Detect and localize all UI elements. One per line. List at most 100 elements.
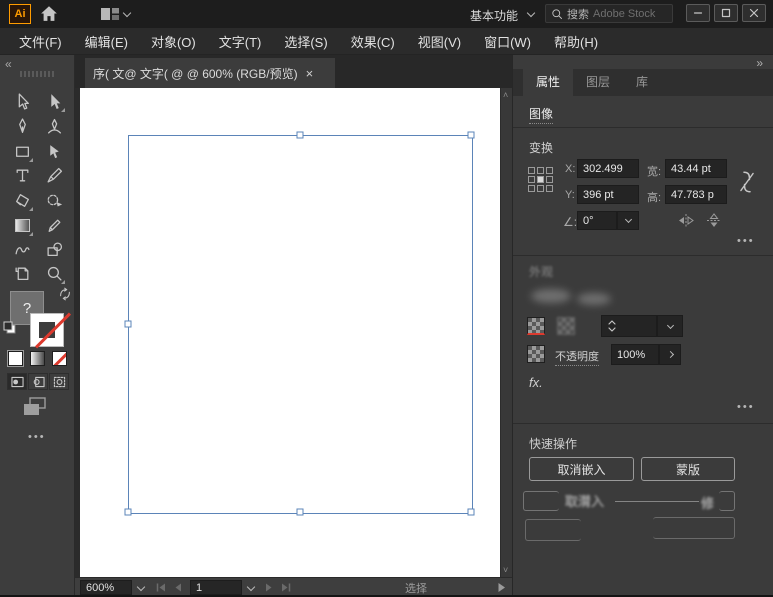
arrange-documents-icon[interactable] xyxy=(100,7,120,21)
default-fill-stroke-icon[interactable] xyxy=(3,321,17,335)
height-input[interactable]: 47.783 p xyxy=(665,185,727,204)
rectangle-tool[interactable] xyxy=(10,139,34,163)
pen-tool[interactable] xyxy=(10,114,34,138)
document-tab[interactable]: 序( 文@ 文字( @ @ 600% (RGB/预览) × xyxy=(85,58,335,88)
zoom-level-input[interactable]: 600% xyxy=(80,580,132,595)
selection-handle-bottom-left[interactable] xyxy=(125,509,132,516)
link-dimensions-icon[interactable] xyxy=(737,165,757,199)
status-menu-icon[interactable] xyxy=(497,582,506,593)
mask-button[interactable]: 蒙版 xyxy=(641,457,735,481)
stroke-style-well[interactable] xyxy=(557,317,575,335)
menu-edit[interactable]: 编辑(E) xyxy=(76,32,142,51)
menu-type[interactable]: 文字(T) xyxy=(210,32,276,51)
gradient-tool[interactable] xyxy=(10,213,34,237)
swap-fill-stroke-icon[interactable] xyxy=(58,287,72,301)
first-artboard-icon[interactable] xyxy=(155,582,167,593)
search-input[interactable]: 搜索 Adobe Stock xyxy=(545,4,673,23)
eraser-tool[interactable] xyxy=(10,188,34,212)
selection-bounding-box[interactable] xyxy=(128,135,473,514)
zoom-tool[interactable] xyxy=(42,261,66,285)
next-artboard-icon[interactable] xyxy=(265,582,274,593)
type-tool[interactable] xyxy=(10,163,34,187)
artboard-chevron-icon[interactable] xyxy=(247,582,255,590)
opacity-label[interactable]: 不透明度 xyxy=(555,348,599,366)
collapse-panel-icon[interactable]: « xyxy=(5,57,11,71)
shape-builder-tool[interactable] xyxy=(42,237,66,261)
previous-artboard-icon[interactable] xyxy=(173,582,182,593)
workspace-chevron-icon[interactable] xyxy=(527,9,535,17)
width-input[interactable]: 43.44 pt xyxy=(665,159,727,178)
tab-layers[interactable]: 图层 xyxy=(573,67,623,96)
more-appearance-options-icon[interactable]: ••• xyxy=(737,401,755,413)
menu-bar: 文件(F) 编辑(E) 对象(O) 文字(T) 选择(S) 效果(C) 视图(V… xyxy=(0,28,773,55)
more-transform-options-icon[interactable]: ••• xyxy=(737,235,755,247)
draw-behind-mode-button[interactable] xyxy=(28,373,48,390)
close-button[interactable] xyxy=(742,4,766,22)
reference-point-grid[interactable] xyxy=(528,167,553,192)
y-input[interactable]: 396 pt xyxy=(577,185,639,204)
angle-dropdown[interactable] xyxy=(617,211,639,230)
more-tools-icon[interactable]: ••• xyxy=(28,431,46,443)
pencil-tool[interactable] xyxy=(42,213,66,237)
arrow-tool[interactable] xyxy=(42,139,66,163)
fx-button[interactable]: fx. xyxy=(529,375,543,390)
draw-inside-mode-button[interactable] xyxy=(49,373,69,390)
minimize-button[interactable] xyxy=(686,4,710,22)
tab-properties[interactable]: 属性 xyxy=(523,67,573,96)
menu-select[interactable]: 选择(S) xyxy=(275,32,341,51)
artboard-number-input[interactable]: 1 xyxy=(190,580,242,595)
x-input[interactable]: 302.499 xyxy=(577,159,639,178)
slice-tool[interactable] xyxy=(10,261,34,285)
unembed-button[interactable]: 取消嵌入 xyxy=(529,457,634,481)
menu-effect[interactable]: 效果(C) xyxy=(342,32,409,51)
scribble-tool[interactable] xyxy=(10,237,34,261)
angle-input[interactable]: 0° xyxy=(577,211,617,230)
tab-libraries[interactable]: 库 xyxy=(623,67,661,96)
selection-handle-top-right[interactable] xyxy=(468,132,475,139)
opacity-well[interactable] xyxy=(527,345,545,363)
paintbrush-tool[interactable] xyxy=(42,163,66,187)
flip-vertical-icon[interactable] xyxy=(705,213,723,228)
selection-tool[interactable] xyxy=(42,89,66,113)
curvature-tool[interactable] xyxy=(42,114,66,138)
menu-file[interactable]: 文件(F) xyxy=(10,32,76,51)
color-button[interactable] xyxy=(8,351,23,366)
stroke-weight-dropdown[interactable] xyxy=(657,315,683,337)
vertical-scrollbar[interactable]: ˄ ˅ xyxy=(500,88,512,577)
document-tab-strip: 序( 文@ 文字( @ @ 600% (RGB/预览) × xyxy=(75,55,512,88)
flip-horizontal-icon[interactable] xyxy=(677,213,695,228)
maximize-button[interactable] xyxy=(714,4,738,22)
artboard-canvas[interactable] xyxy=(80,88,500,577)
selection-handle-top-center[interactable] xyxy=(297,132,304,139)
selection-handle-bottom-right[interactable] xyxy=(468,509,475,516)
direct-selection-tool[interactable] xyxy=(10,89,34,113)
draw-normal-mode-button[interactable] xyxy=(7,373,27,390)
close-tab-icon[interactable]: × xyxy=(306,66,314,81)
opacity-input[interactable]: 100% xyxy=(611,344,659,365)
height-label: 高: xyxy=(647,189,661,205)
last-artboard-icon[interactable] xyxy=(280,582,292,593)
menu-window[interactable]: 窗口(W) xyxy=(475,32,545,51)
panel-grip[interactable] xyxy=(20,71,56,77)
gradient-button[interactable] xyxy=(30,351,45,366)
scroll-up-icon[interactable]: ˄ xyxy=(503,90,508,100)
home-icon[interactable] xyxy=(40,5,58,22)
stroke-color-swatch[interactable] xyxy=(30,313,64,347)
menu-view[interactable]: 视图(V) xyxy=(409,32,475,51)
opacity-options-button[interactable] xyxy=(659,344,681,365)
menu-help[interactable]: 帮助(H) xyxy=(545,32,612,51)
selection-handle-mid-left[interactable] xyxy=(125,321,132,328)
arrange-documents-chevron-icon[interactable] xyxy=(123,9,131,17)
scroll-down-icon[interactable]: ˅ xyxy=(503,565,508,575)
zoom-chevron-icon[interactable] xyxy=(137,582,145,590)
collapse-right-panel-icon[interactable]: » xyxy=(756,56,763,70)
none-button[interactable] xyxy=(52,351,67,366)
menu-object[interactable]: 对象(O) xyxy=(142,32,210,51)
stroke-color-well[interactable] xyxy=(527,317,545,335)
selection-handle-bottom-center[interactable] xyxy=(297,509,304,516)
render-artifact xyxy=(577,293,611,305)
rotate-view-tool[interactable] xyxy=(42,188,66,212)
change-screen-mode-icon[interactable] xyxy=(20,395,52,421)
workspace-switcher[interactable]: 基本功能 xyxy=(470,7,518,24)
stroke-weight-stepper[interactable] xyxy=(601,315,657,337)
